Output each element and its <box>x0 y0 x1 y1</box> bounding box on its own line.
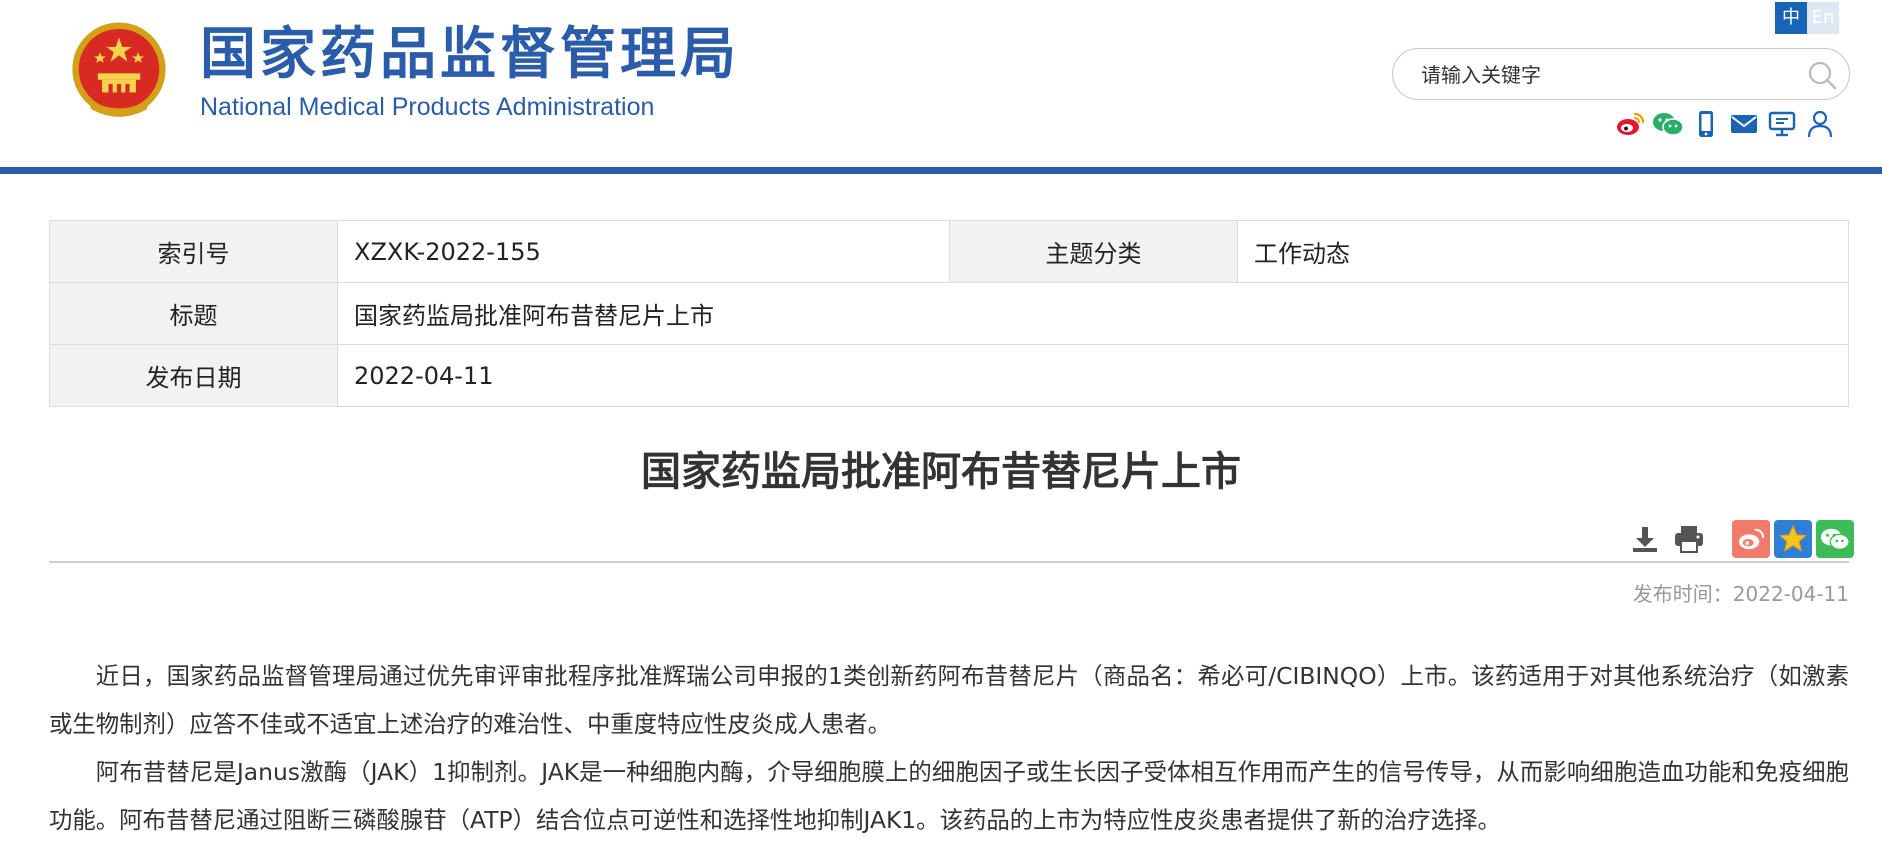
title-label: 标题 <box>49 282 338 345</box>
weibo-icon[interactable] <box>1614 108 1646 140</box>
print-icon[interactable] <box>1670 520 1708 558</box>
wechat-share-icon[interactable] <box>1816 520 1854 558</box>
index-value: XZXK-2022-155 <box>337 220 950 283</box>
article-divider <box>49 561 1849 563</box>
mobile-icon[interactable] <box>1690 108 1722 140</box>
monitor-icon[interactable] <box>1766 108 1798 140</box>
site-header: 国家药品监督管理局 National Medical Products Admi… <box>0 0 1882 168</box>
search-input[interactable] <box>1421 61 1781 89</box>
language-switch: 中 En <box>1775 2 1839 34</box>
lang-chinese-button[interactable]: 中 <box>1775 2 1807 34</box>
title-value: 国家药监局批准阿布昔替尼片上市 <box>337 282 1849 345</box>
table-row: 索引号 XZXK-2022-155 主题分类 工作动态 <box>49 220 1849 283</box>
header-divider-bar <box>0 167 1882 174</box>
table-row: 发布日期 2022-04-11 <box>49 344 1849 407</box>
article-paragraph: 近日，国家药品监督管理局通过优先审评审批程序批准辉瑞公司申报的1类创新药阿布昔替… <box>49 662 1849 738</box>
user-icon[interactable] <box>1804 108 1836 140</box>
article-title: 国家药监局批准阿布昔替尼片上市 <box>641 449 1241 495</box>
article-body: 近日，国家药品监督管理局通过优先审评审批程序批准辉瑞公司申报的1类创新药阿布昔替… <box>49 652 1849 844</box>
site-subtitle: National Medical Products Administration <box>200 93 655 121</box>
publish-time: 发布时间：2022-04-11 <box>1632 582 1849 606</box>
search-box <box>1392 48 1850 100</box>
search-icon[interactable] <box>1805 58 1839 92</box>
article-info-table: 索引号 XZXK-2022-155 主题分类 工作动态 标题 国家药监局批准阿布… <box>49 220 1849 407</box>
date-label: 发布日期 <box>49 344 338 407</box>
mail-icon[interactable] <box>1728 108 1760 140</box>
download-icon[interactable] <box>1626 520 1664 558</box>
date-value: 2022-04-11 <box>337 344 1849 407</box>
lang-english-button[interactable]: En <box>1807 2 1839 34</box>
category-value: 工作动态 <box>1237 220 1849 283</box>
site-title: 国家药品监督管理局 <box>200 22 740 87</box>
article-toolbar <box>1626 520 1854 558</box>
social-links <box>1614 108 1836 140</box>
wechat-icon[interactable] <box>1652 108 1684 140</box>
favorite-star-icon[interactable] <box>1774 520 1812 558</box>
weibo-share-icon[interactable] <box>1732 520 1770 558</box>
table-row: 标题 国家药监局批准阿布昔替尼片上市 <box>49 282 1849 345</box>
national-emblem-icon <box>72 22 166 117</box>
index-label: 索引号 <box>49 220 338 283</box>
category-label: 主题分类 <box>949 220 1238 283</box>
article-paragraph: 阿布昔替尼是Janus激酶（JAK）1抑制剂。JAK是一种细胞内酶，介导细胞膜上… <box>49 758 1849 834</box>
